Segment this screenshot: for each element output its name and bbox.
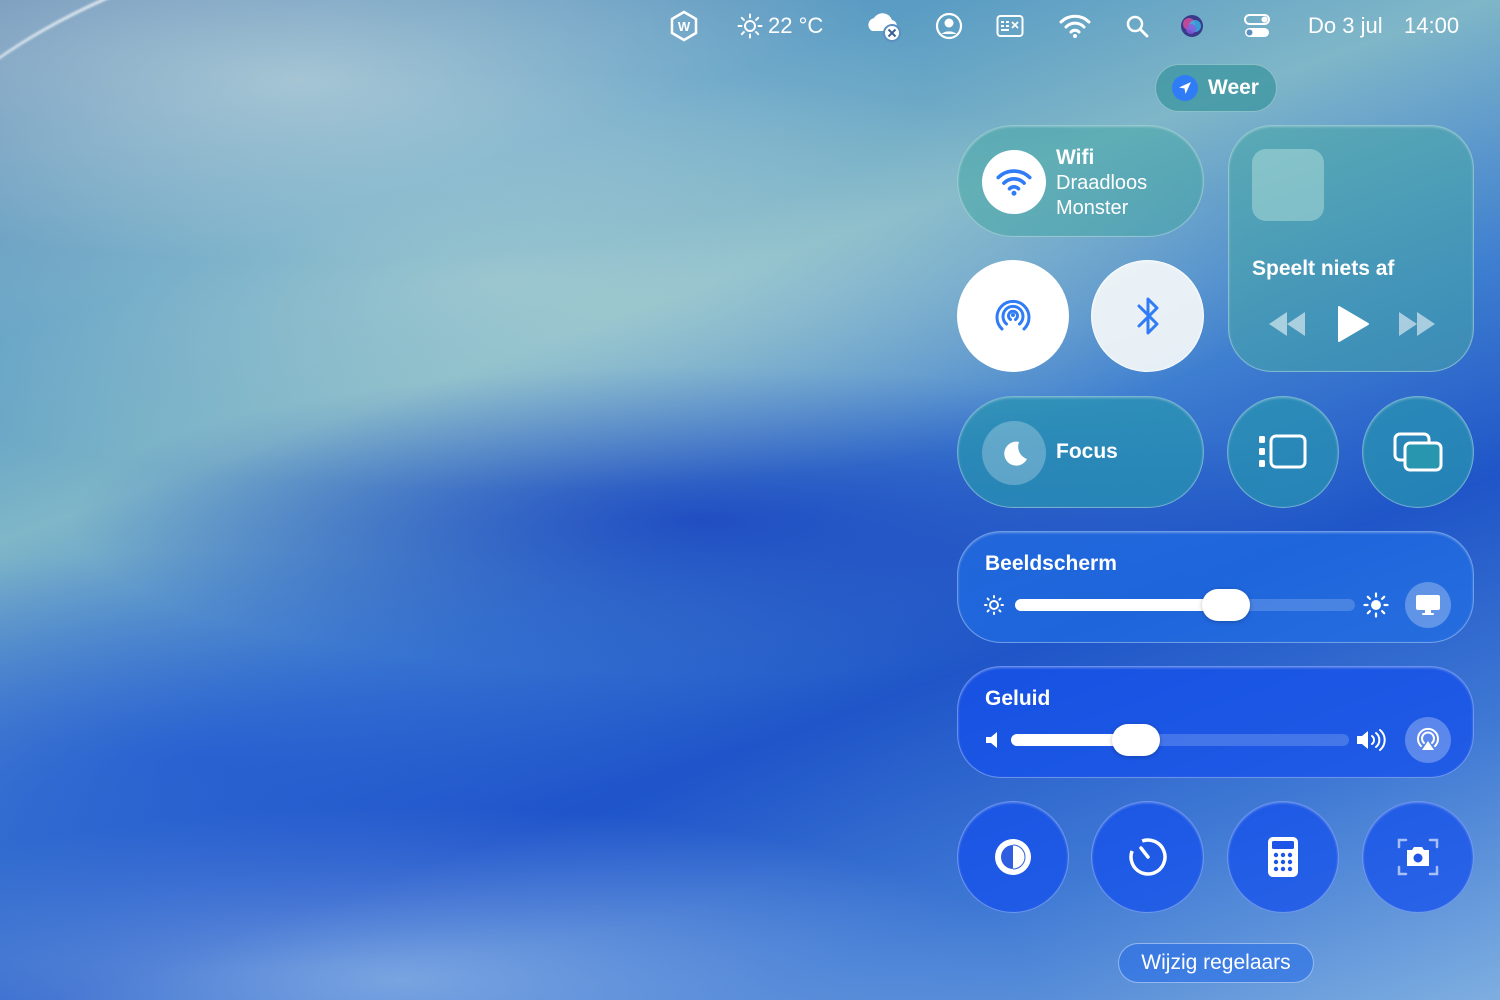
display-slider-track[interactable] (1015, 599, 1355, 611)
moon-icon (982, 421, 1046, 485)
calculator-button[interactable] (1227, 801, 1339, 913)
display-slider-fill (1015, 599, 1226, 611)
display-slider-knob[interactable] (1201, 589, 1250, 621)
dark-mode-button[interactable] (957, 801, 1069, 913)
svg-text:W: W (678, 19, 691, 34)
sound-title: Geluid (985, 687, 1051, 710)
location-arrow-icon (1172, 75, 1198, 101)
brightness-high-icon (1363, 592, 1389, 623)
volume-low-icon (984, 729, 1004, 756)
weather-pill[interactable]: Weer (1155, 64, 1277, 112)
album-art (1252, 149, 1324, 221)
icloud-error-icon[interactable] (864, 8, 904, 44)
wifi-network-line2: Monster (1056, 197, 1129, 219)
calculator-icon (1268, 837, 1298, 877)
display-slider-tile[interactable]: Beeldscherm (957, 531, 1474, 643)
control-center-icon[interactable] (1242, 8, 1272, 44)
menubar-date[interactable]: Do 3 jul (1308, 8, 1383, 44)
siri-icon[interactable] (1178, 8, 1206, 44)
focus-tile[interactable]: Focus (957, 396, 1204, 508)
sun-icon[interactable] (736, 8, 764, 44)
sound-slider-track[interactable] (1011, 734, 1349, 746)
edit-controls-button[interactable]: Wijzig regelaars (1118, 943, 1314, 983)
play-icon[interactable] (1335, 304, 1371, 349)
volume-high-icon (1355, 727, 1389, 758)
airdrop-button[interactable] (957, 260, 1069, 372)
timer-icon (1128, 838, 1167, 876)
wifi-toggle-icon[interactable] (982, 150, 1046, 214)
sound-output-button[interactable] (1405, 717, 1451, 763)
screenshot-button[interactable] (1362, 801, 1474, 913)
screen-mirroring-button[interactable] (1362, 396, 1474, 508)
stage-manager-button[interactable] (1227, 396, 1339, 508)
keyboard-icon[interactable] (995, 8, 1025, 44)
wallpaper-streak (0, 0, 610, 364)
bluetooth-button[interactable] (1091, 260, 1204, 372)
rewind-icon[interactable] (1265, 304, 1309, 349)
stage-manager-icon (1259, 434, 1307, 469)
airplay-audio-icon (1417, 727, 1439, 750)
brightness-low-icon (983, 594, 1005, 621)
display-title: Beeldscherm (985, 552, 1117, 575)
menu-bar: W 22 °C Do 3 jul 14:00 (0, 0, 1500, 52)
focus-title: Focus (1056, 440, 1118, 463)
airdrop-icon (995, 299, 1031, 331)
monitor-icon (1416, 595, 1440, 615)
wifi-tile[interactable]: Wifi Draadloos Monster (957, 125, 1204, 237)
search-icon[interactable] (1124, 8, 1150, 44)
now-playing-status: Speelt niets af (1252, 257, 1395, 280)
sound-slider-tile[interactable]: Geluid (957, 666, 1474, 778)
fast-forward-icon[interactable] (1395, 304, 1439, 349)
weather-pill-label: Weer (1208, 76, 1259, 99)
w-app-icon[interactable]: W (667, 8, 701, 44)
sound-slider-knob[interactable] (1112, 724, 1161, 756)
now-playing-tile[interactable]: Speelt niets af (1228, 125, 1474, 372)
display-settings-button[interactable] (1405, 582, 1451, 628)
screen-mirroring-icon (1393, 432, 1443, 472)
weather-temp[interactable]: 22 °C (768, 8, 823, 44)
dark-mode-icon (995, 839, 1031, 875)
wifi-network-line1: Draadloos (1056, 172, 1148, 194)
wifi-title: Wifi (1056, 146, 1095, 169)
timer-button[interactable] (1091, 801, 1204, 913)
wifi-icon[interactable] (1058, 8, 1092, 44)
screenshot-icon (1397, 838, 1439, 876)
bluetooth-icon (1137, 297, 1158, 335)
user-icon[interactable] (934, 8, 964, 44)
menubar-time[interactable]: 14:00 (1404, 8, 1459, 44)
